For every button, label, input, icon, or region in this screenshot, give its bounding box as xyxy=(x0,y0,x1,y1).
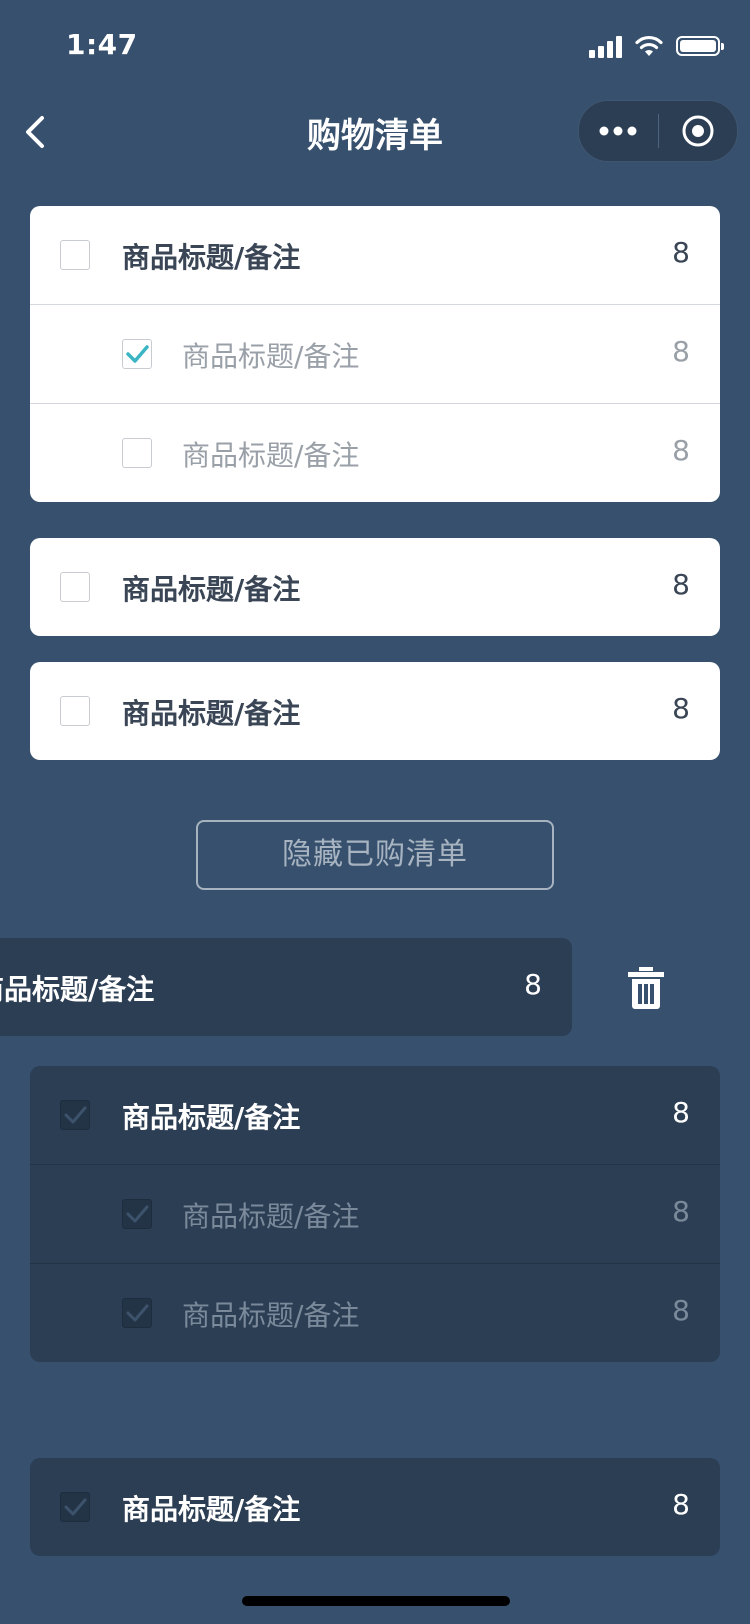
item-title: 商品标题/备注 xyxy=(182,1299,360,1332)
list-item[interactable]: 商品标题/备注 8 xyxy=(30,1458,720,1556)
item-count: 8 xyxy=(672,1488,690,1521)
item-count: 8 xyxy=(672,236,690,269)
item-checkbox[interactable] xyxy=(122,438,152,468)
battery-icon xyxy=(676,36,724,56)
item-title: 商品标题/备注 xyxy=(122,573,301,606)
item-count: 8 xyxy=(524,968,542,1001)
item-title: 商品标题/备注 xyxy=(182,439,360,472)
item-checkbox[interactable] xyxy=(60,696,90,726)
close-miniprogram-button[interactable] xyxy=(659,101,738,161)
item-checkbox-checked[interactable] xyxy=(122,1199,152,1229)
status-icons xyxy=(589,34,724,58)
sub-list-item[interactable]: 商品标题/备注 8 xyxy=(30,304,720,403)
item-count: 8 xyxy=(672,692,690,725)
item-count: 8 xyxy=(672,1096,690,1129)
list-item[interactable]: 商品标题/备注 8 xyxy=(30,538,720,636)
home-indicator xyxy=(242,1596,510,1606)
item-count: 8 xyxy=(672,335,690,368)
list-item[interactable]: 商品标题/备注 8 xyxy=(30,1066,720,1164)
item-title: 商品标题/备注 xyxy=(122,1493,301,1526)
checkmark-icon xyxy=(64,1498,87,1516)
checkmark-icon xyxy=(126,1205,149,1223)
item-count: 8 xyxy=(672,1294,690,1327)
swiped-list-item[interactable]: 商品标题/备注 8 xyxy=(0,938,572,1036)
item-title: 商品标题/备注 xyxy=(182,340,360,373)
mini-program-capsule xyxy=(578,100,738,162)
status-time: 1:47 xyxy=(66,28,138,61)
wifi-icon xyxy=(635,35,663,56)
item-title: 商品标题/备注 xyxy=(182,1200,360,1233)
checkmark-icon xyxy=(126,345,149,363)
navigation-bar: 购物清单 xyxy=(0,92,750,172)
item-checkbox[interactable] xyxy=(60,240,90,270)
status-bar: 1:47 xyxy=(0,0,750,92)
target-circle-icon xyxy=(682,115,714,147)
purchased-group-card: 商品标题/备注 8 商品标题/备注 8 商品标题/备注 8 xyxy=(30,1066,720,1362)
item-checkbox-checked[interactable] xyxy=(122,1298,152,1328)
list-item[interactable]: 商品标题/备注 8 xyxy=(30,662,720,760)
item-title: 商品标题/备注 xyxy=(122,241,301,274)
item-checkbox-checked[interactable] xyxy=(60,1100,90,1130)
item-checkbox[interactable] xyxy=(60,572,90,602)
shopping-group-card: 商品标题/备注 8 商品标题/备注 8 商品标题/备注 8 xyxy=(30,206,720,502)
shopping-group-card: 商品标题/备注 8 xyxy=(30,662,720,760)
trash-icon xyxy=(628,967,664,1009)
list-item[interactable]: 商品标题/备注 8 xyxy=(30,206,720,304)
item-checkbox-checked[interactable] xyxy=(122,339,152,369)
shopping-group-card: 商品标题/备注 8 xyxy=(30,538,720,636)
cellular-signal-icon xyxy=(589,34,622,58)
item-checkbox-checked[interactable] xyxy=(60,1492,90,1522)
item-title: 商品标题/备注 xyxy=(122,697,301,730)
item-count: 8 xyxy=(672,1195,690,1228)
sub-list-item[interactable]: 商品标题/备注 8 xyxy=(30,1164,720,1263)
checkmark-icon xyxy=(64,1106,87,1124)
item-count: 8 xyxy=(672,434,690,467)
item-title: 商品标题/备注 xyxy=(0,973,155,1006)
delete-button[interactable] xyxy=(626,966,666,1010)
purchased-group-card: 商品标题/备注 8 xyxy=(30,1458,720,1556)
sub-list-item[interactable]: 商品标题/备注 8 xyxy=(30,1263,720,1362)
hide-purchased-button[interactable]: 隐藏已购清单 xyxy=(196,820,554,890)
more-dots-icon xyxy=(599,126,637,136)
item-count: 8 xyxy=(672,568,690,601)
sub-list-item[interactable]: 商品标题/备注 8 xyxy=(30,403,720,502)
item-title: 商品标题/备注 xyxy=(122,1101,301,1134)
more-button[interactable] xyxy=(579,101,658,161)
checkmark-icon xyxy=(126,1304,149,1322)
